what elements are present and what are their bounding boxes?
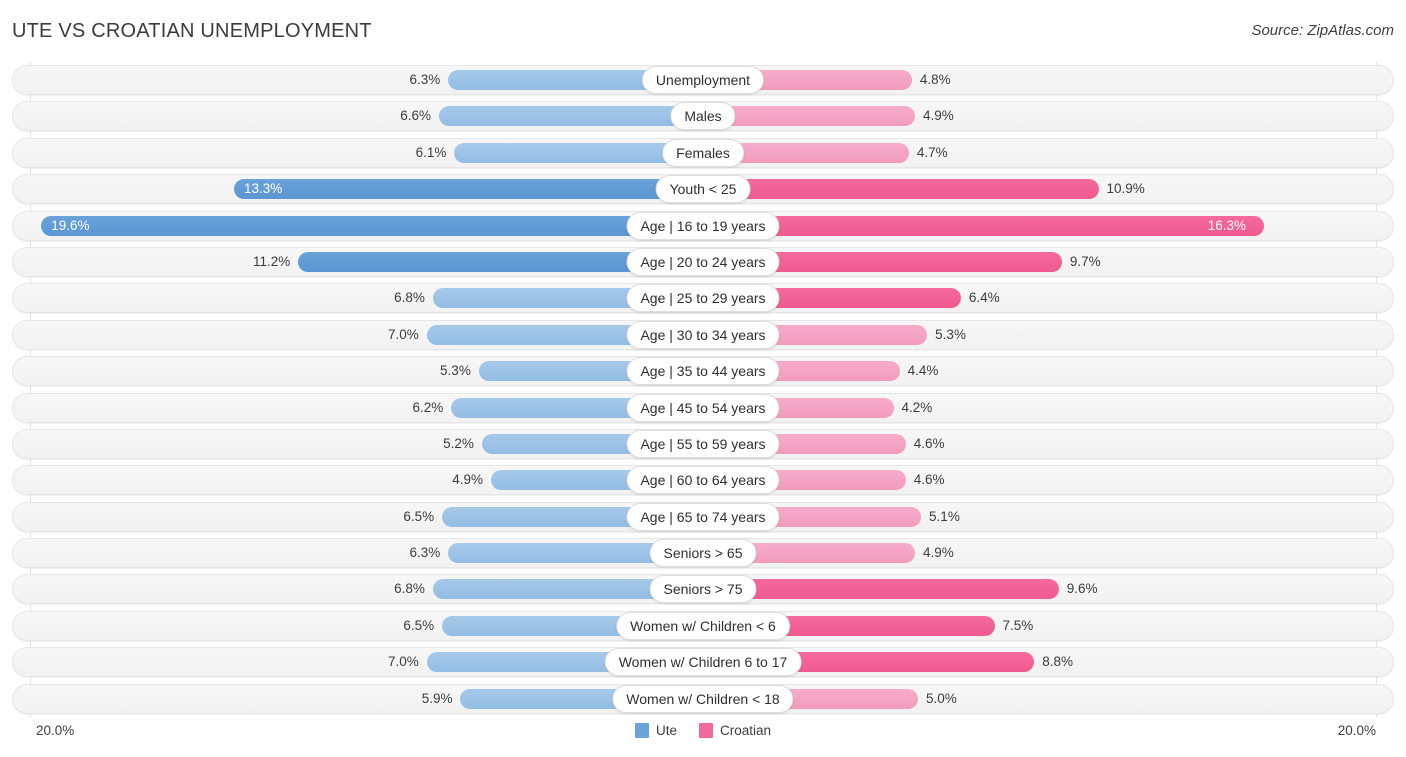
value-label-croatian: 9.7% <box>1069 253 1101 269</box>
category-label-pill[interactable]: Seniors > 65 <box>649 539 757 568</box>
value-label-croatian: 4.8% <box>919 72 951 87</box>
category-label-pill[interactable]: Males <box>670 102 736 131</box>
value-label-ute: 4.9% <box>452 472 484 488</box>
table-row[interactable]: 6.8% 6.4% Age | 25 to 29 years <box>0 280 1406 316</box>
value-label-croatian: 5.3% <box>935 326 966 342</box>
table-row[interactable]: 19.6% 16.3% Age | 16 to 19 years <box>0 208 1406 244</box>
legend-label: Ute <box>655 723 677 738</box>
value-label-ute: 6.5% <box>403 617 435 633</box>
value-label-ute: 5.9% <box>421 690 453 706</box>
value-label-croatian: 5.1% <box>929 508 960 524</box>
value-label-ute: 6.8% <box>394 581 425 597</box>
source-attribution: Source: ZipAtlas.com <box>1251 22 1394 39</box>
category-label-pill[interactable]: Women w/ Children < 6 <box>616 611 790 640</box>
table-row[interactable]: 6.3% 4.9% Seniors > 65 <box>0 535 1406 571</box>
value-label-ute: 6.6% <box>400 108 432 124</box>
bar-rows: 6.3% 4.8% Unemployment 6.6% 4.9% Males 6.1% 4.7… <box>0 62 1406 717</box>
value-label-croatian: 4.9% <box>922 108 954 124</box>
value-label-croatian: 4.6% <box>913 435 945 451</box>
value-label-croatian: 10.9% <box>1106 181 1145 197</box>
table-row[interactable]: 6.8% 9.6% Seniors > 75 <box>0 571 1406 607</box>
value-label-croatian: 4.2% <box>901 399 933 415</box>
table-row[interactable]: 6.1% 4.7% Females <box>0 135 1406 171</box>
table-row[interactable]: 6.2% 4.2% Age | 45 to 54 years <box>0 390 1406 426</box>
category-label-pill[interactable]: Age | 20 to 24 years <box>626 247 780 276</box>
value-label-ute: 6.3% <box>409 545 441 561</box>
table-row[interactable]: 13.3% 10.9% Youth < 25 <box>0 171 1406 207</box>
table-row[interactable]: 6.5% 5.1% Age | 65 to 74 years <box>0 499 1406 535</box>
table-row[interactable]: 11.2% 9.7% Age | 20 to 24 years <box>0 244 1406 280</box>
category-label-pill[interactable]: Age | 30 to 34 years <box>626 320 780 349</box>
legend-swatch <box>634 723 649 738</box>
category-label-pill[interactable]: Women w/ Children < 18 <box>612 684 794 713</box>
table-row[interactable]: 6.3% 4.8% Unemployment <box>0 62 1406 98</box>
value-label-croatian: 4.6% <box>913 472 945 488</box>
value-label-croatian: 9.6% <box>1066 581 1098 597</box>
category-label-pill[interactable]: Women w/ Children 6 to 17 <box>604 648 802 677</box>
value-label-croatian: 16.3% <box>1207 217 1247 233</box>
value-label-croatian: 6.4% <box>968 290 1000 306</box>
table-row[interactable]: 5.9% 5.0% Women w/ Children < 18 <box>0 681 1406 717</box>
value-label-croatian: 5.0% <box>926 690 957 706</box>
bar-croatian[interactable] <box>703 179 1099 200</box>
table-row[interactable]: 5.3% 4.4% Age | 35 to 44 years <box>0 353 1406 389</box>
bar-ute[interactable] <box>41 215 703 236</box>
chart-header: UTE VS CROATIAN UNEMPLOYMENT Source: Zip… <box>0 0 1406 62</box>
category-label-pill[interactable]: Females <box>662 138 744 167</box>
value-label-croatian: 8.8% <box>1042 654 1074 670</box>
value-label-ute: 7.0% <box>388 326 419 342</box>
value-label-croatian: 4.7% <box>916 144 948 160</box>
table-row[interactable]: 6.6% 4.9% Males <box>0 98 1406 134</box>
legend-label: Croatian <box>719 723 772 738</box>
value-label-ute: 6.2% <box>412 399 444 415</box>
value-label-ute: 19.6% <box>51 217 90 233</box>
category-label-pill[interactable]: Youth < 25 <box>655 175 751 204</box>
chart-footer: 20.0% 20.0% Ute Croatian <box>0 717 1406 757</box>
category-label-pill[interactable]: Unemployment <box>641 66 765 94</box>
bar-ute[interactable] <box>234 179 703 200</box>
category-label-pill[interactable]: Age | 65 to 74 years <box>626 502 780 531</box>
value-label-ute: 6.3% <box>409 72 441 87</box>
bar-ute[interactable] <box>439 106 703 127</box>
table-row[interactable]: 6.5% 7.5% Women w/ Children < 6 <box>0 608 1406 644</box>
value-label-ute: 6.1% <box>415 144 447 160</box>
legend-item[interactable]: Ute <box>634 723 677 738</box>
bar-croatian[interactable] <box>703 215 1264 236</box>
value-label-croatian: 4.4% <box>907 363 939 379</box>
page-title: UTE VS CROATIAN UNEMPLOYMENT <box>12 20 372 42</box>
value-label-ute: 6.5% <box>403 508 435 524</box>
legend-swatch <box>698 723 713 738</box>
legend-item[interactable]: Croatian <box>698 723 772 738</box>
value-label-ute: 6.8% <box>394 290 425 306</box>
table-row[interactable]: 4.9% 4.6% Age | 60 to 64 years <box>0 462 1406 498</box>
category-label-pill[interactable]: Age | 45 to 54 years <box>626 393 780 422</box>
category-label-pill[interactable]: Age | 60 to 64 years <box>626 466 780 495</box>
value-label-croatian: 7.5% <box>1002 617 1034 633</box>
category-label-pill[interactable]: Seniors > 75 <box>649 575 757 604</box>
table-row[interactable]: 7.0% 5.3% Age | 30 to 34 years <box>0 317 1406 353</box>
table-row[interactable]: 7.0% 8.8% Women w/ Children 6 to 17 <box>0 644 1406 680</box>
value-label-ute: 5.2% <box>443 435 474 451</box>
table-row[interactable]: 5.2% 4.6% Age | 55 to 59 years <box>0 426 1406 462</box>
value-label-ute: 7.0% <box>388 654 419 670</box>
category-label-pill[interactable]: Age | 25 to 29 years <box>626 284 780 313</box>
category-label-pill[interactable]: Age | 35 to 44 years <box>626 357 780 386</box>
chart-root: UTE VS CROATIAN UNEMPLOYMENT Source: Zip… <box>0 0 1406 757</box>
plot-area: 6.3% 4.8% Unemployment 6.6% 4.9% Males 6.1% 4.7… <box>0 62 1406 717</box>
category-label-pill[interactable]: Age | 16 to 19 years <box>626 211 780 240</box>
category-label-pill[interactable]: Age | 55 to 59 years <box>626 429 780 458</box>
value-label-ute: 5.3% <box>440 363 471 379</box>
value-label-ute: 13.3% <box>244 181 283 197</box>
value-label-ute: 11.2% <box>253 253 291 269</box>
value-label-croatian: 4.9% <box>922 545 954 561</box>
chart-legend: Ute Croatian <box>0 723 1406 738</box>
